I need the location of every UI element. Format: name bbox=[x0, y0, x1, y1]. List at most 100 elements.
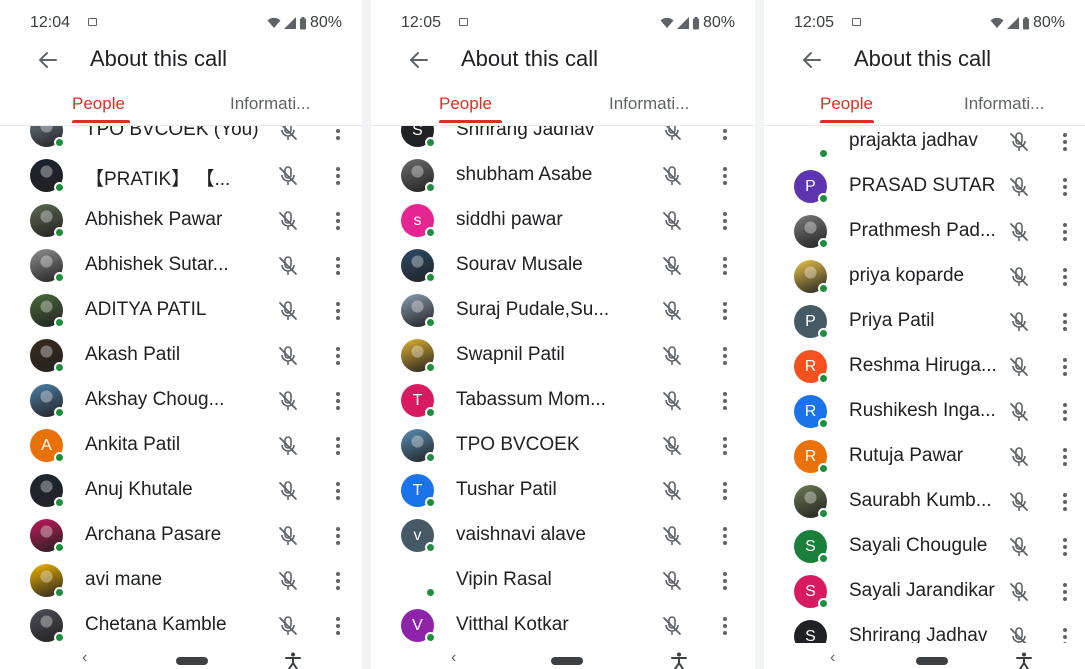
more-vert-icon[interactable] bbox=[715, 614, 735, 638]
more-vert-icon[interactable] bbox=[1055, 355, 1075, 379]
participant-row[interactable]: T Tushar Patil bbox=[371, 468, 755, 513]
participant-name: Reshma Hiruga... bbox=[849, 355, 997, 376]
participant-row[interactable]: Prathmesh Pad... bbox=[764, 209, 1085, 254]
participant-row[interactable]: Akash Patil bbox=[0, 333, 362, 378]
more-vert-icon[interactable] bbox=[1055, 625, 1075, 643]
participant-row[interactable]: S Sayali Chougule bbox=[764, 524, 1085, 569]
more-vert-icon[interactable] bbox=[1055, 310, 1075, 334]
participant-row[interactable]: Anuj Khutale bbox=[0, 468, 362, 513]
more-vert-icon[interactable] bbox=[1055, 400, 1075, 424]
tab-people[interactable]: People bbox=[439, 94, 492, 114]
more-vert-icon[interactable] bbox=[1055, 580, 1075, 604]
participant-row[interactable]: P Priya Patil bbox=[764, 299, 1085, 344]
participant-row[interactable]: TPO BVCOEK bbox=[371, 423, 755, 468]
more-vert-icon[interactable] bbox=[328, 434, 348, 458]
nav-back-icon[interactable]: ‹ bbox=[830, 649, 835, 667]
online-status-dot bbox=[818, 418, 829, 429]
participant-row[interactable]: prajakta jadhav bbox=[764, 126, 1085, 164]
participant-row[interactable]: V Vitthal Kotkar bbox=[371, 603, 755, 643]
participant-row[interactable]: shubham Asabe bbox=[371, 153, 755, 198]
participant-row[interactable]: S Sayali Jarandikar bbox=[764, 569, 1085, 614]
more-vert-icon[interactable] bbox=[328, 524, 348, 548]
tab-people[interactable]: People bbox=[820, 94, 873, 114]
participant-row[interactable]: R Rutuja Pawar bbox=[764, 434, 1085, 479]
participant-row[interactable]: Saurabh Kumb... bbox=[764, 479, 1085, 524]
more-vert-icon[interactable] bbox=[715, 209, 735, 233]
participant-row[interactable]: s siddhi pawar bbox=[371, 198, 755, 243]
participant-row[interactable]: Vipin Rasal bbox=[371, 558, 755, 603]
avatar-initial: T bbox=[412, 481, 423, 499]
participant-row[interactable]: TPO BVCOEK (You) bbox=[0, 126, 362, 153]
more-vert-icon[interactable] bbox=[715, 569, 735, 593]
home-pill[interactable] bbox=[916, 657, 948, 665]
participant-row[interactable]: Swapnil Patil bbox=[371, 333, 755, 378]
back-arrow-icon[interactable] bbox=[36, 48, 60, 72]
more-vert-icon[interactable] bbox=[1055, 175, 1075, 199]
more-vert-icon[interactable] bbox=[715, 434, 735, 458]
participant-row[interactable]: ADITYA PATIL bbox=[0, 288, 362, 333]
more-vert-icon[interactable] bbox=[715, 389, 735, 413]
participant-row[interactable]: Akshay Choug... bbox=[0, 378, 362, 423]
participant-row[interactable]: S Shrirang Jadhav bbox=[371, 126, 755, 153]
participant-row[interactable]: avi mane bbox=[0, 558, 362, 603]
more-vert-icon[interactable] bbox=[328, 389, 348, 413]
more-vert-icon[interactable] bbox=[328, 569, 348, 593]
participant-list: prajakta jadhav P PRASAD SUTAR Prathmesh … bbox=[764, 126, 1085, 643]
more-vert-icon[interactable] bbox=[328, 614, 348, 638]
more-vert-icon[interactable] bbox=[1055, 220, 1075, 244]
participant-row[interactable]: T Tabassum Mom... bbox=[371, 378, 755, 423]
mic-off-icon bbox=[660, 434, 684, 458]
more-vert-icon[interactable] bbox=[1055, 445, 1075, 469]
participant-row[interactable]: Archana Pasare bbox=[0, 513, 362, 558]
more-vert-icon[interactable] bbox=[328, 126, 348, 143]
participant-row[interactable]: S Shrirang Jadhav bbox=[764, 614, 1085, 643]
tab-people[interactable]: People bbox=[72, 94, 125, 114]
more-vert-icon[interactable] bbox=[328, 344, 348, 368]
home-pill[interactable] bbox=[551, 657, 583, 665]
more-vert-icon[interactable] bbox=[715, 479, 735, 503]
participant-row[interactable]: priya koparde bbox=[764, 254, 1085, 299]
back-arrow-icon[interactable] bbox=[800, 48, 824, 72]
more-vert-icon[interactable] bbox=[715, 254, 735, 278]
more-vert-icon[interactable] bbox=[1055, 130, 1075, 154]
more-vert-icon[interactable] bbox=[715, 299, 735, 323]
accessibility-icon[interactable] bbox=[671, 652, 687, 669]
more-vert-icon[interactable] bbox=[715, 524, 735, 548]
participant-row[interactable]: R Reshma Hiruga... bbox=[764, 344, 1085, 389]
back-arrow-icon[interactable] bbox=[407, 48, 431, 72]
accessibility-icon[interactable] bbox=[285, 652, 301, 669]
more-vert-icon[interactable] bbox=[328, 209, 348, 233]
accessibility-icon[interactable] bbox=[1016, 652, 1032, 669]
participant-row[interactable]: A Ankita Patil bbox=[0, 423, 362, 468]
more-vert-icon[interactable] bbox=[328, 164, 348, 188]
participant-row[interactable]: Sourav Musale bbox=[371, 243, 755, 288]
nav-back-icon[interactable]: ‹ bbox=[82, 649, 87, 667]
online-status-dot bbox=[425, 542, 436, 553]
tab-information[interactable]: Informati... bbox=[230, 94, 310, 114]
online-status-dot bbox=[818, 508, 829, 519]
more-vert-icon[interactable] bbox=[328, 479, 348, 503]
participant-row[interactable]: Abhishek Pawar bbox=[0, 198, 362, 243]
system-nav-bar: ‹ bbox=[0, 643, 362, 669]
participant-row[interactable]: Abhishek Sutar... bbox=[0, 243, 362, 288]
more-vert-icon[interactable] bbox=[328, 254, 348, 278]
more-vert-icon[interactable] bbox=[715, 344, 735, 368]
participant-row[interactable]: Chetana Kamble bbox=[0, 603, 362, 643]
participant-row[interactable]: Suraj Pudale,Su... bbox=[371, 288, 755, 333]
home-pill[interactable] bbox=[176, 657, 208, 665]
avatar bbox=[30, 564, 65, 598]
participant-row[interactable]: R Rushikesh Inga... bbox=[764, 389, 1085, 434]
participant-row[interactable]: P PRASAD SUTAR bbox=[764, 164, 1085, 209]
more-vert-icon[interactable] bbox=[715, 164, 735, 188]
participant-row[interactable]: v vaishnavi alave bbox=[371, 513, 755, 558]
more-vert-icon[interactable] bbox=[715, 126, 735, 143]
tab-information[interactable]: Informati... bbox=[964, 94, 1044, 114]
more-vert-icon[interactable] bbox=[1055, 535, 1075, 559]
more-vert-icon[interactable] bbox=[328, 299, 348, 323]
more-vert-icon[interactable] bbox=[1055, 490, 1075, 514]
participant-row[interactable]: 【PRATIK】 【... bbox=[0, 153, 362, 198]
nav-back-icon[interactable]: ‹ bbox=[451, 649, 456, 667]
online-status-dot bbox=[54, 272, 65, 283]
tab-information[interactable]: Informati... bbox=[609, 94, 689, 114]
more-vert-icon[interactable] bbox=[1055, 265, 1075, 289]
